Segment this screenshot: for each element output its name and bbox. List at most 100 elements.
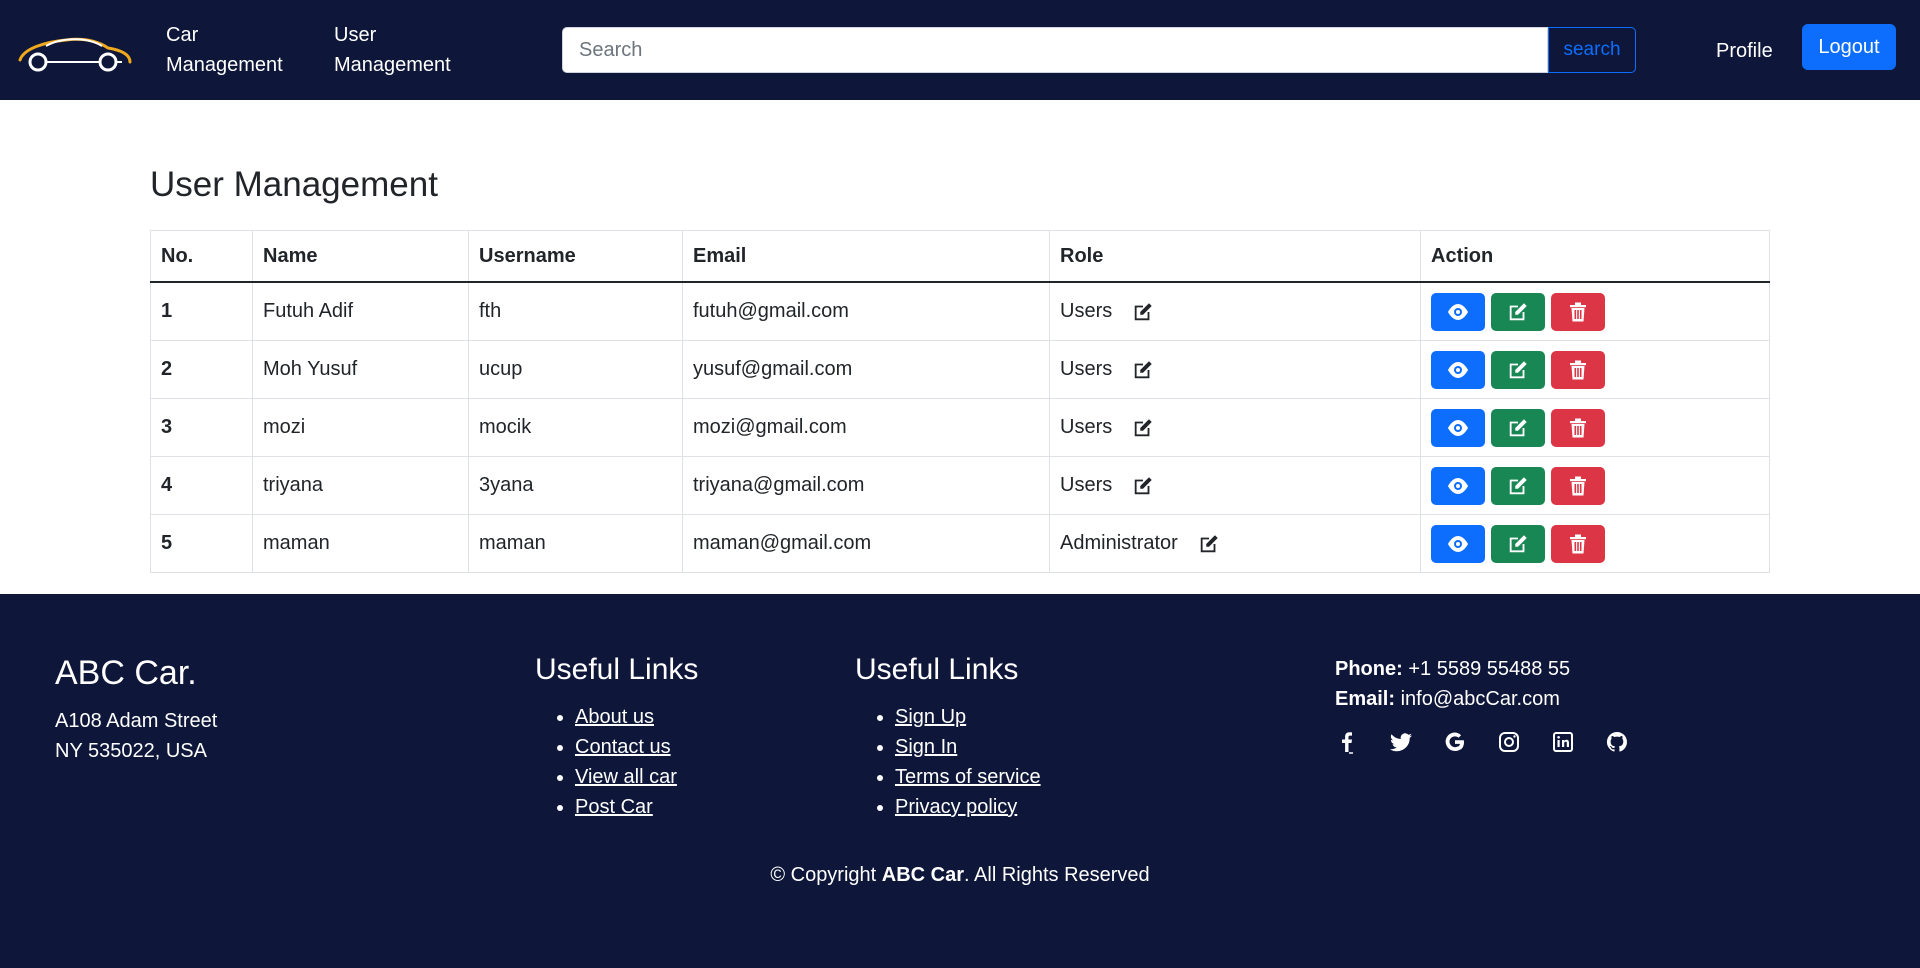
cell-action	[1420, 340, 1770, 399]
contact-email: Email: info@abcCar.com	[1335, 684, 1570, 714]
view-button[interactable]	[1431, 524, 1485, 563]
edit-role-icon[interactable]	[1132, 301, 1154, 323]
role-label: Administrator	[1060, 532, 1178, 554]
address-line-1: A108 Adam Street	[55, 710, 218, 732]
facebook-icon[interactable]	[1335, 730, 1359, 754]
footer: ABC Car. A108 Adam Street NY 535022, USA…	[0, 594, 1920, 968]
useful-links-list-2: Sign Up Sign In Terms of service Privacy…	[855, 702, 1041, 822]
footer-link-item: View all car	[575, 762, 677, 792]
footer-link-terms[interactable]: Terms of service	[895, 766, 1041, 788]
table-row: 3 mozi mocik mozi@gmail.com Users	[150, 398, 1770, 457]
edit-role-icon[interactable]	[1132, 359, 1154, 381]
navbar: Car Management User Management search Pr…	[0, 0, 1920, 100]
cell-email: mozi@gmail.com	[682, 398, 1050, 457]
delete-button[interactable]	[1551, 466, 1605, 505]
view-button[interactable]	[1431, 408, 1485, 447]
footer-link-sign-in[interactable]: Sign In	[895, 736, 957, 758]
cell-email: maman@gmail.com	[682, 514, 1050, 573]
edit-button[interactable]	[1491, 466, 1545, 505]
footer-link-about-us[interactable]: About us	[575, 706, 654, 728]
edit-icon	[1491, 359, 1545, 381]
edit-button[interactable]	[1491, 350, 1545, 389]
google-icon[interactable]	[1443, 730, 1467, 754]
cell-no: 1	[150, 281, 253, 341]
nav-user-management-label: User Management	[334, 24, 451, 76]
email-value: info@abcCar.com	[1400, 688, 1560, 710]
cell-action	[1420, 514, 1770, 573]
edit-button[interactable]	[1491, 292, 1545, 331]
nav-car-management[interactable]: Car Management	[166, 20, 296, 80]
cell-no: 5	[150, 514, 253, 573]
edit-role-icon[interactable]	[1198, 533, 1220, 555]
phone-value: +1 5589 55488 55	[1408, 658, 1571, 680]
social-links	[1335, 730, 1629, 754]
delete-button[interactable]	[1551, 350, 1605, 389]
delete-button[interactable]	[1551, 524, 1605, 563]
trash-icon	[1551, 418, 1605, 438]
footer-brand: ABC Car.	[55, 654, 197, 692]
eye-icon	[1431, 303, 1485, 321]
footer-link-item: Privacy policy	[895, 792, 1041, 822]
cell-action	[1420, 456, 1770, 515]
eye-icon	[1431, 477, 1485, 495]
email-label: Email:	[1335, 688, 1396, 710]
page-title: User Management	[150, 165, 438, 204]
linkedin-icon[interactable]	[1551, 730, 1575, 754]
search-input[interactable]	[562, 27, 1548, 73]
edit-button[interactable]	[1491, 524, 1545, 563]
profile-link[interactable]: Profile	[1716, 36, 1773, 66]
footer-link-item: Contact us	[575, 732, 677, 762]
nav-user-management[interactable]: User Management	[334, 20, 464, 80]
address-line-2: NY 535022, USA	[55, 740, 207, 762]
view-button[interactable]	[1431, 292, 1485, 331]
table-row: 5 maman maman maman@gmail.com Administrator	[150, 514, 1770, 573]
copyright-prefix: © Copyright	[770, 864, 877, 886]
nav-car-management-label: Car Management	[166, 24, 283, 76]
edit-icon	[1491, 417, 1545, 439]
footer-link-sign-up[interactable]: Sign Up	[895, 706, 966, 728]
column-header-email: Email	[682, 230, 1050, 283]
footer-link-view-all-car[interactable]: View all car	[575, 766, 677, 788]
cell-name: mozi	[252, 398, 469, 457]
trash-icon	[1551, 476, 1605, 496]
footer-link-privacy[interactable]: Privacy policy	[895, 796, 1017, 818]
eye-icon	[1431, 419, 1485, 437]
cell-action	[1420, 281, 1770, 341]
eye-icon	[1431, 535, 1485, 553]
footer-link-contact-us[interactable]: Contact us	[575, 736, 671, 758]
car-logo-icon[interactable]	[16, 28, 134, 72]
role-label: Users	[1060, 300, 1113, 322]
trash-icon	[1551, 360, 1605, 380]
footer-link-item: Post Car	[575, 792, 677, 822]
phone-label: Phone:	[1335, 658, 1403, 680]
role-label: Users	[1060, 474, 1113, 496]
cell-role: Users	[1049, 340, 1421, 399]
delete-button[interactable]	[1551, 292, 1605, 331]
table-row: 4 triyana 3yana triyana@gmail.com Users	[150, 456, 1770, 515]
cell-role: Users	[1049, 281, 1421, 341]
instagram-icon[interactable]	[1497, 730, 1521, 754]
edit-role-icon[interactable]	[1132, 417, 1154, 439]
logout-button[interactable]: Logout	[1802, 24, 1896, 70]
role-label: Users	[1060, 416, 1113, 438]
useful-links-list-1: About us Contact us View all car Post Ca…	[535, 702, 677, 822]
cell-role: Users	[1049, 456, 1421, 515]
twitter-icon[interactable]	[1389, 730, 1413, 754]
copyright-suffix: . All Rights Reserved	[964, 864, 1150, 886]
footer-link-item: Terms of service	[895, 762, 1041, 792]
table-row: 1 Futuh Adif fth futuh@gmail.com Users	[150, 281, 1770, 341]
cell-action	[1420, 398, 1770, 457]
cell-username: maman	[468, 514, 683, 573]
view-button[interactable]	[1431, 350, 1485, 389]
delete-button[interactable]	[1551, 408, 1605, 447]
cell-username: 3yana	[468, 456, 683, 515]
footer-link-post-car[interactable]: Post Car	[575, 796, 653, 818]
github-icon[interactable]	[1605, 730, 1629, 754]
edit-button[interactable]	[1491, 408, 1545, 447]
cell-no: 2	[150, 340, 253, 399]
edit-role-icon[interactable]	[1132, 475, 1154, 497]
search-button[interactable]: search	[1548, 27, 1636, 73]
view-button[interactable]	[1431, 466, 1485, 505]
trash-icon	[1551, 534, 1605, 554]
cell-email: yusuf@gmail.com	[682, 340, 1050, 399]
